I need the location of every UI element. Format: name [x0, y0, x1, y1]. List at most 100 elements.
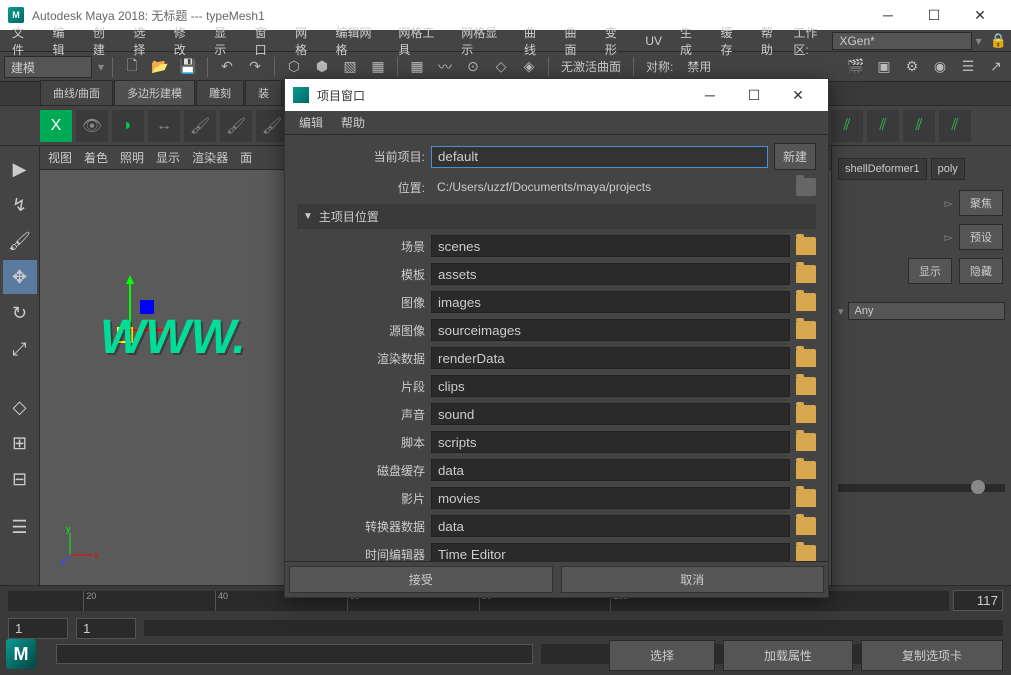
menu-cache[interactable]: 缓存: [712, 22, 750, 60]
show-button[interactable]: 显示: [908, 258, 952, 284]
shelf-tab-curves[interactable]: 曲线/曲面: [40, 80, 113, 105]
dialog-maximize-button[interactable]: ☐: [732, 80, 776, 110]
hide-button[interactable]: 隐藏: [959, 258, 1003, 284]
range-track[interactable]: [144, 620, 1003, 636]
filter-select[interactable]: Any: [848, 302, 1005, 320]
ae-node-tab[interactable]: shellDeformer1: [838, 158, 927, 180]
filter-dropdown-icon[interactable]: ▾: [838, 305, 844, 318]
select-object-icon[interactable]: ▦: [367, 56, 389, 78]
browse-folder-icon[interactable]: [796, 265, 816, 283]
dialog-minimize-button[interactable]: ─: [688, 80, 732, 110]
panel-menu-show[interactable]: 显示: [156, 149, 180, 166]
preset-arrow-icon[interactable]: ▻: [945, 231, 953, 244]
shelf-eye-icon[interactable]: 👁: [76, 110, 108, 142]
row-path-input[interactable]: [431, 543, 790, 561]
range-start2-field[interactable]: [76, 618, 136, 639]
layout-two-icon[interactable]: ⊟: [3, 462, 37, 496]
render-settings-icon[interactable]: ⚙: [901, 56, 923, 78]
select-edge-icon[interactable]: ⬢: [311, 56, 333, 78]
mode-dropdown-icon[interactable]: ▾: [98, 60, 104, 74]
browse-folder-icon[interactable]: [796, 237, 816, 255]
row-path-input[interactable]: [431, 291, 790, 313]
snap-point-icon[interactable]: ⊙: [462, 56, 484, 78]
outliner-toggle-icon[interactable]: ☰: [3, 510, 37, 544]
panel-menu-lighting[interactable]: 照明: [120, 149, 144, 166]
load-attrs-button[interactable]: 加载属性: [723, 640, 853, 671]
browse-folder-icon[interactable]: [796, 461, 816, 479]
slider-handle[interactable]: [971, 480, 985, 494]
symmetry-value[interactable]: 禁用: [683, 58, 715, 75]
snap-curve-icon[interactable]: 〰: [434, 56, 456, 78]
undo-icon[interactable]: ↶: [216, 56, 238, 78]
current-project-input[interactable]: [431, 146, 768, 168]
menu-editmesh[interactable]: 编辑网格: [328, 22, 389, 60]
browse-folder-icon[interactable]: [796, 433, 816, 451]
lasso-tool[interactable]: ↯: [3, 188, 37, 222]
row-path-input[interactable]: [431, 375, 790, 397]
focus-button[interactable]: 聚焦: [959, 190, 1003, 216]
row-path-input[interactable]: [431, 319, 790, 341]
new-project-button[interactable]: 新建: [774, 143, 816, 170]
menu-meshdisplay[interactable]: 网格显示: [453, 22, 514, 60]
ae-poly-tab[interactable]: poly: [931, 158, 965, 180]
new-scene-icon[interactable]: 🗋: [121, 56, 143, 78]
shelf-brush2-icon[interactable]: 🖌: [220, 110, 252, 142]
render-icon[interactable]: 🎬: [845, 56, 867, 78]
shelf-brush1-icon[interactable]: 🖌: [184, 110, 216, 142]
outliner-icon[interactable]: ☰: [957, 56, 979, 78]
primary-locations-header[interactable]: ▼ 主项目位置: [297, 204, 816, 229]
select-face-icon[interactable]: ▧: [339, 56, 361, 78]
shelf-move-icon[interactable]: ↔: [148, 110, 180, 142]
dialog-menu-edit[interactable]: 编辑: [291, 112, 331, 133]
panel-menu-panels[interactable]: 面: [240, 149, 252, 166]
snap-plane-icon[interactable]: ◇: [490, 56, 512, 78]
menu-mesh[interactable]: 网格: [287, 22, 325, 60]
shelf-xgen-icon[interactable]: X: [40, 110, 72, 142]
browse-folder-icon[interactable]: [796, 405, 816, 423]
row-path-input[interactable]: [431, 459, 790, 481]
shelf-guide-icon[interactable]: ◗: [112, 110, 144, 142]
dialog-titlebar[interactable]: 项目窗口 ─ ☐ ✕: [285, 79, 828, 111]
menu-modify[interactable]: 修改: [166, 22, 204, 60]
row-path-input[interactable]: [431, 515, 790, 537]
shelf-hair3-icon[interactable]: ⫽: [903, 110, 935, 142]
copy-tab-button[interactable]: 复制选项卡: [861, 640, 1003, 671]
layout-single-icon[interactable]: ◇: [3, 390, 37, 424]
shelf-hair4-icon[interactable]: ⫽: [939, 110, 971, 142]
browse-folder-icon[interactable]: [796, 293, 816, 311]
menu-create[interactable]: 创建: [85, 22, 123, 60]
browse-folder-icon[interactable]: [796, 489, 816, 507]
menu-curve[interactable]: 曲线: [516, 22, 554, 60]
paint-tool[interactable]: 🖌: [3, 224, 37, 258]
select-vertex-icon[interactable]: ⬡: [283, 56, 305, 78]
layout-four-icon[interactable]: ⊞: [3, 426, 37, 460]
cancel-button[interactable]: 取消: [561, 566, 825, 593]
shelf-hair2-icon[interactable]: ⫽: [867, 110, 899, 142]
workspace-selector[interactable]: XGen*: [832, 32, 971, 50]
location-browse-icon[interactable]: [796, 178, 816, 196]
shelf-tab-sculpt[interactable]: 雕刻: [196, 80, 244, 105]
redo-icon[interactable]: ↷: [244, 56, 266, 78]
menu-display[interactable]: 显示: [206, 22, 244, 60]
open-scene-icon[interactable]: 📂: [149, 56, 171, 78]
workspace-dropdown-icon[interactable]: ▾: [976, 34, 982, 48]
shelf-hair1-icon[interactable]: ⫽: [831, 110, 863, 142]
menu-deform[interactable]: 变形: [597, 22, 635, 60]
row-path-input[interactable]: [431, 263, 790, 285]
lock-icon[interactable]: 🔒: [990, 32, 1007, 49]
hypershade-icon[interactable]: ◉: [929, 56, 951, 78]
panel-menu-view[interactable]: 视图: [48, 149, 72, 166]
save-scene-icon[interactable]: 💾: [177, 56, 199, 78]
shelf-tab-poly[interactable]: 多边形建模: [114, 80, 195, 105]
panel-menu-renderer[interactable]: 渲染器: [192, 149, 228, 166]
select-button[interactable]: 选择: [609, 640, 715, 671]
mode-selector[interactable]: 建模: [4, 56, 92, 78]
browse-folder-icon[interactable]: [796, 321, 816, 339]
browse-folder-icon[interactable]: [796, 517, 816, 535]
current-frame-field[interactable]: [953, 590, 1003, 611]
ipr-icon[interactable]: ▣: [873, 56, 895, 78]
menu-file[interactable]: 文件: [4, 22, 42, 60]
preset-button[interactable]: 预设: [959, 224, 1003, 250]
focus-arrow-icon[interactable]: ▻: [945, 197, 953, 210]
snap-grid-icon[interactable]: ▦: [406, 56, 428, 78]
